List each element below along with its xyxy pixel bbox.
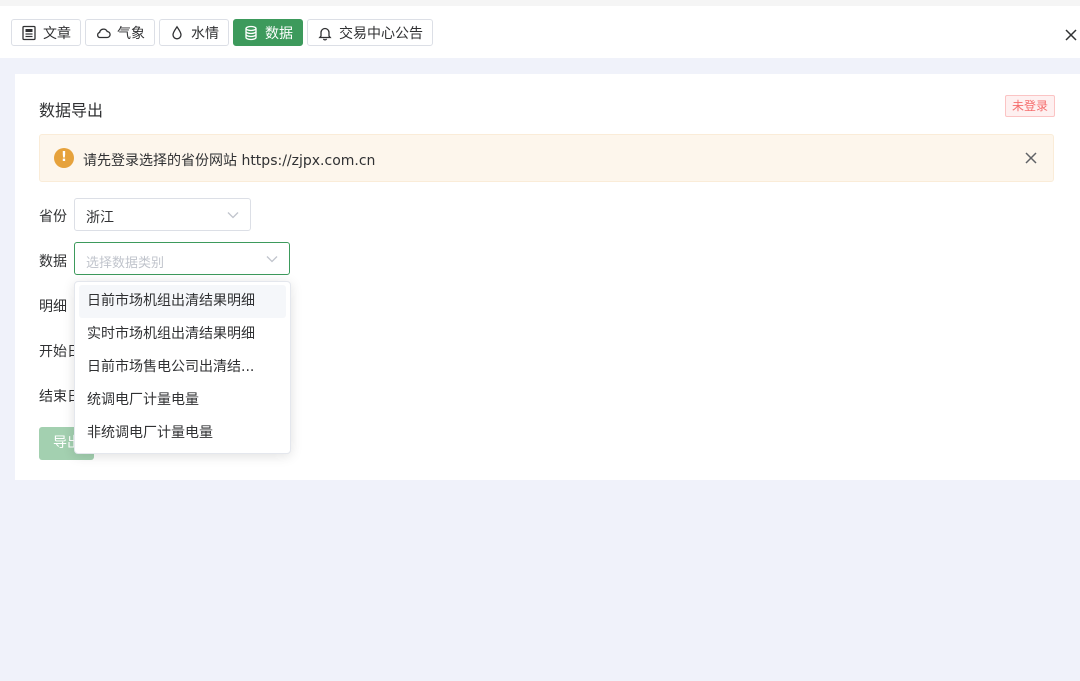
- login-alert: ! 请先登录选择的省份网站 https://zjpx.com.cn: [39, 134, 1054, 182]
- province-select[interactable]: 浙江: [74, 198, 251, 231]
- database-icon: [245, 25, 257, 40]
- cloud-icon: [97, 27, 111, 38]
- tab-label: 交易中心公告: [339, 25, 423, 42]
- alert-close-icon[interactable]: [1025, 152, 1037, 164]
- detail-label: 明细: [39, 299, 67, 315]
- tab-article[interactable]: 文章: [11, 19, 81, 46]
- dropdown-option[interactable]: 统调电厂计量电量: [79, 384, 286, 417]
- tab-bar: 文章 气象 水情 数据 交易中心公告: [11, 19, 433, 46]
- dropdown-option[interactable]: 日前市场售电公司出清结...: [79, 351, 286, 384]
- close-icon[interactable]: [1064, 28, 1078, 42]
- card-title: 数据导出: [39, 101, 104, 120]
- top-toolbar: 文章 气象 水情 数据 交易中心公告: [0, 0, 1080, 58]
- chevron-down-icon: [266, 256, 278, 263]
- dropdown-option[interactable]: 实时市场机组出清结果明细: [79, 318, 286, 351]
- data-category-select[interactable]: 选择数据类别: [74, 242, 290, 275]
- data-category-dropdown: 日前市场机组出清结果明细 实时市场机组出清结果明细 日前市场售电公司出清结...…: [74, 281, 291, 454]
- tab-trading-notice[interactable]: 交易中心公告: [307, 19, 433, 46]
- province-label: 省份: [39, 209, 67, 225]
- data-category-placeholder: 选择数据类别: [86, 256, 165, 271]
- article-icon: [22, 25, 36, 40]
- tab-weather[interactable]: 气象: [85, 19, 155, 46]
- data-label: 数据: [39, 254, 67, 270]
- tab-label: 文章: [43, 25, 71, 42]
- dropdown-option[interactable]: 非统调电厂计量电量: [79, 417, 286, 450]
- status-badge: 未登录: [1005, 95, 1056, 117]
- tab-label: 数据: [265, 25, 293, 42]
- water-drop-icon: [172, 25, 182, 39]
- bell-icon: [318, 27, 332, 40]
- tab-data[interactable]: 数据: [233, 19, 303, 46]
- tab-water[interactable]: 水情: [159, 19, 229, 46]
- tab-label: 气象: [117, 25, 145, 42]
- province-value: 浙江: [86, 210, 114, 226]
- start-date-label: 开始日: [39, 344, 75, 360]
- chevron-down-icon: [227, 212, 239, 219]
- alert-message: 请先登录选择的省份网站 https://zjpx.com.cn: [83, 153, 376, 169]
- warning-icon: !: [54, 148, 74, 168]
- end-date-label: 结束日: [39, 389, 75, 405]
- dropdown-option[interactable]: 日前市场机组出清结果明细: [79, 285, 286, 318]
- tab-label: 水情: [191, 25, 219, 42]
